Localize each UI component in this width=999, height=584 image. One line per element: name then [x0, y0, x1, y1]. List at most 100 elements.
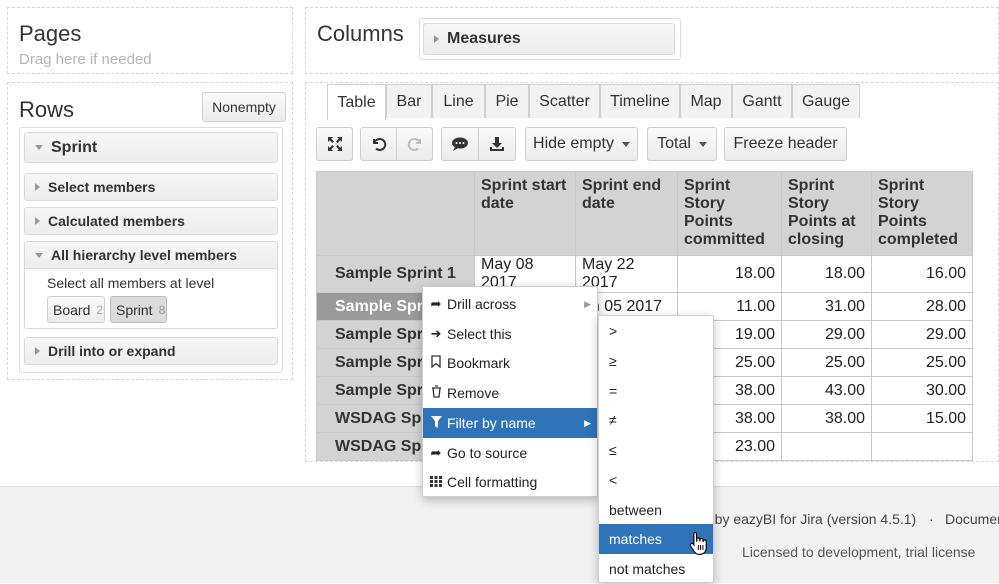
column-header[interactable]: Sprint Story Points committed	[677, 171, 782, 256]
chevron-down-icon	[698, 141, 707, 147]
menu-item-bookmark[interactable]: Bookmark	[423, 348, 597, 378]
filter-option-not-matches[interactable]: not matches	[599, 554, 713, 584]
footer-separator: ·	[929, 511, 934, 527]
menu-item-filter-by-name[interactable]: Filter by name ▶	[423, 408, 597, 438]
total-label: Total	[657, 135, 691, 152]
filter-icon	[425, 415, 447, 431]
caret-right-icon	[35, 217, 40, 225]
menu-item-cell-formatting[interactable]: Cell formatting	[423, 467, 597, 497]
menu-item-drill-across[interactable]: ➦ Drill across ▶	[423, 289, 597, 319]
column-header[interactable]: Sprint Story Points completed	[871, 171, 973, 256]
nonempty-button[interactable]: Nonempty	[202, 92, 286, 122]
cell-closing: 43.00	[781, 376, 872, 405]
menu-item-label: Select this	[447, 326, 512, 342]
cell-completed: 28.00	[871, 292, 973, 321]
tab-gauge[interactable]: Gauge	[792, 84, 860, 118]
menu-item-label: Drill across	[447, 296, 517, 312]
level-board-button[interactable]: Board 2	[47, 296, 105, 323]
chevron-down-icon	[621, 141, 630, 147]
redo-button[interactable]	[396, 127, 433, 161]
filter-option-eq[interactable]: =	[599, 376, 713, 406]
submenu-arrow-icon: ▶	[584, 298, 591, 309]
pages-title: Pages	[19, 21, 82, 46]
caret-right-icon	[35, 183, 40, 191]
cell-closing: 31.00	[781, 292, 872, 321]
rows-title: Rows	[19, 97, 75, 122]
menu-item-label: Remove	[447, 385, 500, 401]
comment-button[interactable]	[441, 127, 479, 161]
filter-option-gt[interactable]: >	[599, 316, 713, 346]
cell-closing: 29.00	[781, 320, 872, 349]
cell-completed	[871, 432, 973, 461]
level-sprint-button[interactable]: Sprint 8	[110, 296, 167, 323]
measures-label: Measures	[447, 30, 521, 47]
filter-option-gte[interactable]: ≥	[599, 346, 713, 376]
tab-line[interactable]: Line	[432, 84, 485, 118]
tab-scatter[interactable]: Scatter	[529, 84, 600, 118]
section-label: Select members	[48, 179, 156, 195]
column-header[interactable]: Sprint Story Points at closing	[781, 171, 872, 256]
menu-item-remove[interactable]: Remove	[423, 378, 597, 408]
measures-dimension[interactable]: Measures	[423, 23, 675, 55]
caret-down-icon	[35, 252, 43, 258]
tab-pie[interactable]: Pie	[485, 84, 529, 118]
expand-icon	[327, 137, 342, 151]
caret-right-icon	[35, 347, 40, 355]
trash-icon	[425, 385, 447, 401]
bookmark-icon	[425, 355, 447, 371]
cell-completed: 29.00	[871, 320, 973, 349]
all-hierarchy-section[interactable]: All hierarchy level members	[24, 241, 278, 269]
section-label: All hierarchy level members	[51, 247, 237, 263]
context-menu: ➦ Drill across ▶ ➜ Select this Bookmark …	[422, 286, 598, 497]
tab-map[interactable]: Map	[680, 84, 732, 118]
footer-license-text: Licensed to development, trial license	[742, 544, 976, 560]
filter-option-lt[interactable]: <	[599, 465, 713, 495]
grid-icon	[425, 475, 447, 490]
share-arrow-icon: ➦	[430, 296, 442, 311]
select-members-section[interactable]: Select members	[24, 173, 278, 201]
filter-option-between[interactable]: between	[599, 495, 713, 525]
filter-option-neq[interactable]: ≠	[599, 405, 713, 435]
section-label: Calculated members	[48, 213, 185, 229]
cell-closing: 38.00	[781, 404, 872, 433]
column-header[interactable]: Sprint start date	[474, 171, 576, 256]
cell-completed: 15.00	[871, 404, 973, 433]
arrow-right-icon: ➜	[430, 326, 442, 341]
cell-closing: 18.00	[781, 255, 872, 293]
menu-item-label: Go to source	[447, 445, 528, 461]
footer-powered-text: d by eazyBI for Jira (version 4.5.1)	[703, 511, 917, 527]
columns-title: Columns	[317, 21, 404, 46]
sprint-dimension[interactable]: Sprint	[24, 132, 278, 163]
total-dropdown[interactable]: Total	[647, 127, 717, 161]
level-name: Sprint	[116, 301, 153, 318]
calculated-members-section[interactable]: Calculated members	[24, 207, 278, 235]
level-count: 2	[96, 302, 104, 317]
redo-icon	[407, 138, 421, 151]
download-icon	[490, 137, 504, 151]
caret-down-icon	[35, 145, 43, 150]
undo-icon	[372, 138, 386, 151]
tab-table[interactable]: Table	[327, 84, 386, 120]
expand-button[interactable]	[316, 127, 353, 161]
undo-button[interactable]	[360, 127, 397, 161]
cell-completed: 16.00	[871, 255, 973, 293]
menu-item-go-to-source[interactable]: ➦ Go to source	[423, 438, 597, 468]
level-count: 8	[158, 302, 166, 317]
tab-gantt[interactable]: Gantt	[732, 84, 792, 118]
tab-timeline[interactable]: Timeline	[600, 84, 680, 118]
cell-completed: 25.00	[871, 348, 973, 377]
drill-into-section[interactable]: Drill into or expand	[24, 337, 278, 365]
hide-empty-label: Hide empty	[533, 135, 614, 152]
sprint-dimension-label: Sprint	[51, 138, 98, 156]
cell-closing: 25.00	[781, 348, 872, 377]
tab-bar[interactable]: Bar	[386, 84, 432, 118]
footer-documentation-link[interactable]: Documen	[945, 511, 999, 527]
cell-closing	[781, 432, 872, 461]
rows-panel: Rows Nonempty Sprint Select members Calc…	[7, 82, 293, 380]
column-header[interactable]: Sprint end date	[575, 171, 678, 256]
freeze-header-button[interactable]: Freeze header	[724, 127, 847, 161]
hide-empty-dropdown[interactable]: Hide empty	[525, 127, 638, 161]
menu-item-select-this[interactable]: ➜ Select this	[423, 319, 597, 349]
download-button[interactable]	[478, 127, 516, 161]
filter-option-lte[interactable]: ≤	[599, 435, 713, 465]
